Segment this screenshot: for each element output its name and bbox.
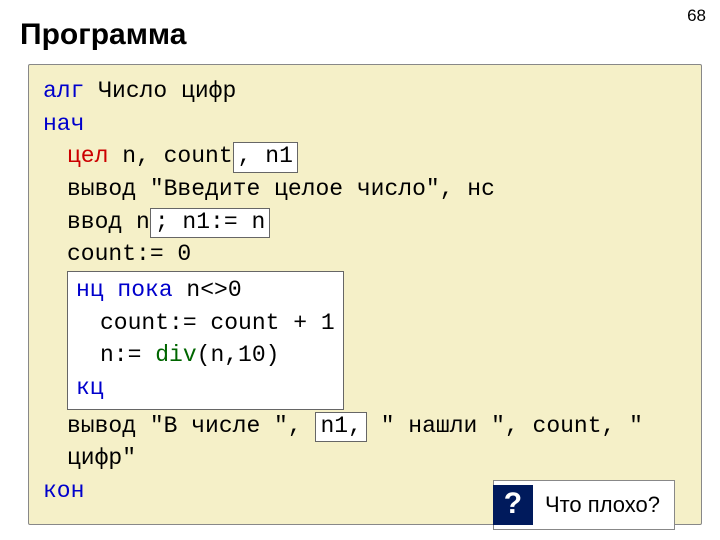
insert-n1-out: n1, [315, 412, 366, 443]
string-literal: "Введите целое число" [150, 176, 440, 202]
output2-kw: вывод [67, 413, 150, 439]
input-stmt: ввод n [67, 209, 150, 235]
question-text: Что плохо? [545, 489, 660, 520]
loop-cond: n<>0 [173, 277, 242, 303]
loop-end: кц [76, 372, 335, 405]
loop-header: нц пока n<>0 [76, 274, 335, 307]
code-line-2: нач [43, 108, 687, 141]
question-callout: ? Что плохо? [493, 480, 675, 530]
assign-n: n:= [100, 342, 155, 368]
output-kw: вывод [67, 176, 150, 202]
str2b: " нашли " [367, 413, 505, 439]
page-number: 68 [687, 6, 706, 26]
kw-alg: алг [43, 78, 84, 104]
code-line-5: ввод n; n1:= n [43, 206, 687, 239]
code-line-6: count:= 0 [43, 238, 687, 271]
code-line-8: вывод "В числе ", n1, " нашли ", count, … [43, 410, 687, 475]
loop-body-1: count:= count + 1 [76, 307, 335, 340]
comma1: , [288, 413, 316, 439]
kw-type: цел [67, 143, 108, 169]
code-panel: алг Число цифр нач цел n, count, n1 выво… [28, 64, 702, 525]
insert-n1-decl: , n1 [233, 142, 298, 173]
output-tail: , нс [440, 176, 495, 202]
program-name: Число цифр [84, 78, 236, 104]
div-args: (n,10) [197, 342, 280, 368]
code-line-3: цел n, count, n1 [43, 140, 687, 173]
kw-begin: нач [43, 111, 84, 137]
code-line-4: вывод "Введите целое число", нс [43, 173, 687, 206]
question-mark-icon: ? [493, 485, 533, 525]
kw-loop-start: нц пока [76, 277, 173, 303]
slide-title: Программа [0, 0, 720, 64]
loop-block: нц пока n<>0 count:= count + 1 n:= div(n… [67, 271, 344, 410]
insert-n1-assign: ; n1:= n [150, 208, 270, 239]
str2a: "В числе " [150, 413, 288, 439]
kw-end: кон [43, 478, 84, 504]
loop-body-2: n:= div(n,10) [76, 339, 335, 372]
count-out: , count, [505, 413, 629, 439]
kw-loop-end: кц [76, 375, 104, 401]
code-line-1: алг Число цифр [43, 75, 687, 108]
var-decl: n, count [108, 143, 232, 169]
fn-div: div [155, 342, 196, 368]
